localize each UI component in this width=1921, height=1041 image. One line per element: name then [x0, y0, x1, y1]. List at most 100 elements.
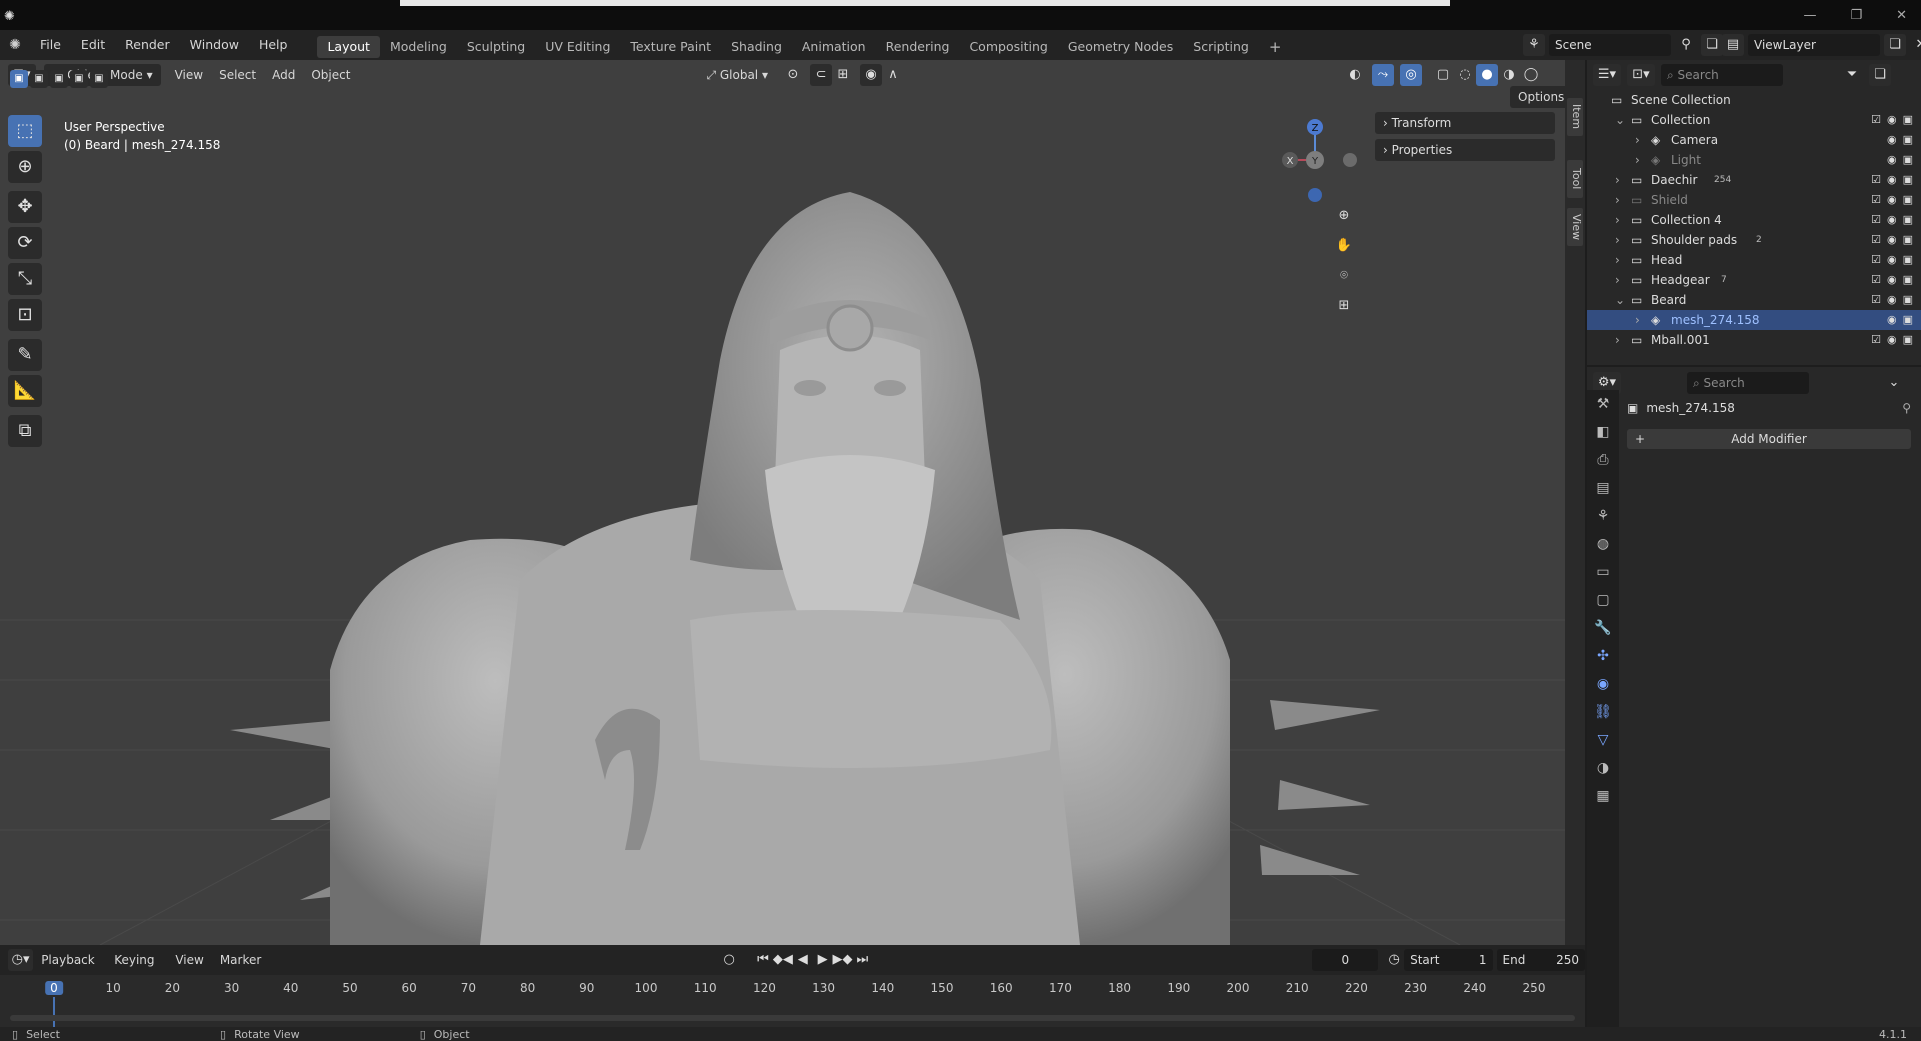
select-subtract-icon[interactable]: ▣: [50, 70, 68, 88]
menu-help[interactable]: Help: [249, 30, 298, 60]
camera-render-icon[interactable]: ▣: [1903, 170, 1913, 190]
snap-icon[interactable]: ⊂: [809, 64, 832, 86]
tab-geometry-nodes[interactable]: Geometry Nodes: [1058, 36, 1183, 58]
scene-name-field[interactable]: Scene: [1549, 34, 1671, 56]
camera-render-icon[interactable]: ▣: [1903, 190, 1913, 210]
physics-icon[interactable]: ◉: [1587, 670, 1619, 698]
solid-shading-icon[interactable]: ●: [1475, 64, 1498, 86]
eye-icon[interactable]: ◉: [1887, 310, 1897, 330]
expand-chevron-icon[interactable]: ›: [1635, 150, 1640, 170]
particles-icon[interactable]: ✣: [1587, 642, 1619, 670]
exclude-checkbox-icon[interactable]: ☑: [1871, 210, 1881, 230]
eye-icon[interactable]: ◉: [1887, 210, 1897, 230]
menu-add[interactable]: Add: [264, 64, 303, 86]
snap-target-icon[interactable]: ⊞: [832, 64, 854, 86]
expand-chevron-icon[interactable]: ›: [1615, 330, 1620, 350]
move-tool-icon[interactable]: ✥: [8, 191, 42, 223]
cursor-tool-icon[interactable]: ⊕: [8, 151, 42, 183]
tab-view[interactable]: View: [1567, 208, 1583, 246]
end-frame-field[interactable]: End 250: [1496, 949, 1586, 971]
outliner-row[interactable]: › ▭ Daechir 254 ☑ ◉ ▣: [1587, 170, 1921, 190]
tab-rendering[interactable]: Rendering: [876, 36, 960, 58]
expand-chevron-icon[interactable]: ⌄: [1615, 290, 1625, 310]
tab-layout[interactable]: Layout: [317, 36, 380, 58]
select-extend-icon[interactable]: ▣: [30, 70, 48, 88]
modifier-wrench-icon[interactable]: 🔧: [1587, 614, 1619, 642]
pivot-icon[interactable]: ⊙: [782, 64, 804, 86]
minimize-icon[interactable]: —: [1803, 8, 1816, 23]
render-icon[interactable]: ◧: [1587, 418, 1619, 446]
exclude-checkbox-icon[interactable]: ☑: [1871, 330, 1881, 350]
exclude-checkbox-icon[interactable]: ☑: [1871, 170, 1881, 190]
camera-render-icon[interactable]: ▣: [1903, 310, 1913, 330]
eye-icon[interactable]: ◉: [1887, 250, 1897, 270]
camera-view-icon[interactable]: ⌾: [1333, 265, 1355, 287]
delete-viewlayer-icon[interactable]: ✕: [1910, 34, 1921, 56]
rendered-shading-icon[interactable]: ◯: [1520, 64, 1542, 86]
eye-icon[interactable]: ◉: [1887, 290, 1897, 310]
select-invert-icon[interactable]: ▣: [70, 70, 88, 88]
camera-render-icon[interactable]: ▣: [1903, 150, 1913, 170]
menu-window[interactable]: Window: [180, 30, 249, 60]
transform-panel-header[interactable]: › Transform: [1375, 112, 1555, 134]
menu-select[interactable]: Select: [211, 64, 264, 86]
tab-sculpting[interactable]: Sculpting: [457, 36, 535, 58]
expand-chevron-icon[interactable]: ›: [1615, 230, 1620, 250]
menu-edit[interactable]: Edit: [71, 30, 115, 60]
tab-modeling[interactable]: Modeling: [380, 36, 457, 58]
expand-chevron-icon[interactable]: ›: [1615, 270, 1620, 290]
menu-render[interactable]: Render: [115, 30, 180, 60]
jump-end-icon[interactable]: ⏭: [853, 949, 873, 971]
zoom-icon[interactable]: ⊕: [1333, 205, 1355, 227]
new-scene-icon[interactable]: ❏: [1701, 34, 1723, 56]
timeline-scrollbar[interactable]: [10, 1015, 1575, 1021]
maximize-icon[interactable]: ❐: [1850, 8, 1862, 23]
xray-icon[interactable]: ▢: [1432, 64, 1454, 86]
pin-icon[interactable]: ⚲: [1675, 34, 1697, 56]
tab-tool[interactable]: Tool: [1567, 160, 1583, 198]
exclude-checkbox-icon[interactable]: ☑: [1871, 290, 1881, 310]
eye-icon[interactable]: ◉: [1887, 270, 1897, 290]
viewlayer-icon[interactable]: ▤: [1722, 34, 1744, 56]
view-layer-icon[interactable]: ▤: [1587, 474, 1619, 502]
select-intersect-icon[interactable]: ▣: [90, 70, 108, 88]
menu-file[interactable]: File: [30, 30, 71, 60]
eye-icon[interactable]: ◉: [1887, 130, 1897, 150]
outliner-row[interactable]: › ▭ Headgear 7 ☑ ◉ ▣: [1587, 270, 1921, 290]
menu-timeline-view[interactable]: View: [167, 949, 211, 971]
output-icon[interactable]: ⎙: [1587, 446, 1619, 474]
properties-panel-header[interactable]: › Properties: [1375, 139, 1555, 161]
properties-options-icon[interactable]: ⌄: [1883, 372, 1905, 394]
falloff-icon[interactable]: ∧: [882, 64, 904, 86]
menu-view[interactable]: View: [167, 64, 211, 86]
exclude-checkbox-icon[interactable]: ☑: [1871, 230, 1881, 250]
camera-render-icon[interactable]: ▣: [1903, 230, 1913, 250]
outliner-row[interactable]: ⌄ ▭ Collection ☑ ◉ ▣: [1587, 110, 1921, 130]
collection-icon[interactable]: ▭: [1587, 558, 1619, 586]
navigation-gizmo[interactable]: Z X Y: [1270, 115, 1360, 205]
jump-start-icon[interactable]: ⏮: [753, 949, 773, 971]
expand-chevron-icon[interactable]: ›: [1615, 250, 1620, 270]
camera-render-icon[interactable]: ▣: [1903, 110, 1913, 130]
expand-chevron-icon[interactable]: ›: [1615, 170, 1620, 190]
tab-shading[interactable]: Shading: [721, 36, 792, 58]
timeline-editor-icon[interactable]: ◷▾: [8, 949, 34, 971]
filter-icon[interactable]: ⏷: [1841, 64, 1863, 86]
3d-viewport[interactable]: ⊞▾ ▣ Object Mode ▾ View Select Add Objec…: [0, 60, 1565, 945]
eye-icon[interactable]: ◉: [1887, 110, 1897, 130]
prev-keyframe-icon[interactable]: ◆◀: [773, 949, 793, 971]
tab-item[interactable]: Item: [1567, 98, 1583, 136]
pin-icon[interactable]: ⚲: [1902, 401, 1911, 415]
start-frame-field[interactable]: Start 1: [1404, 949, 1493, 971]
tab-scripting[interactable]: Scripting: [1183, 36, 1259, 58]
visibility-icon[interactable]: ◐: [1344, 64, 1366, 86]
eye-icon[interactable]: ◉: [1887, 230, 1897, 250]
proportional-edit-icon[interactable]: ◉: [859, 64, 882, 86]
material-shading-icon[interactable]: ◑: [1498, 64, 1520, 86]
play-icon[interactable]: ▶: [813, 949, 833, 971]
tab-uv-editing[interactable]: UV Editing: [535, 36, 620, 58]
add-workspace-button[interactable]: +: [1259, 36, 1292, 58]
object-icon[interactable]: ▢: [1587, 586, 1619, 614]
exclude-checkbox-icon[interactable]: ☑: [1871, 250, 1881, 270]
scene-icon[interactable]: ⚘: [1587, 502, 1619, 530]
